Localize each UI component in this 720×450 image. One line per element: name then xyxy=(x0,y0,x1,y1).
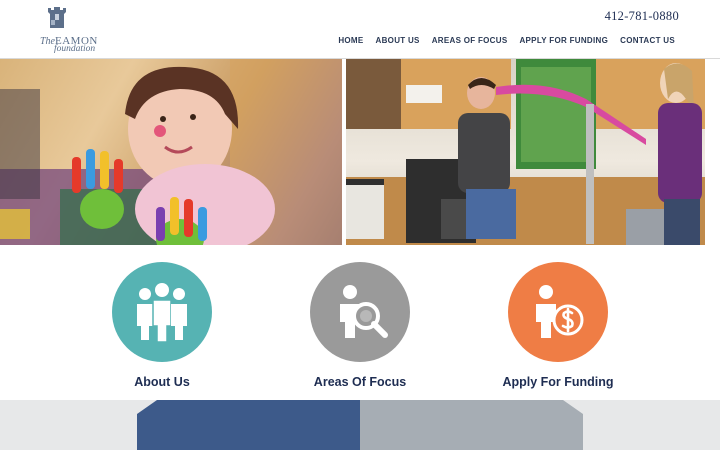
nav-apply-for-funding[interactable]: APPLY FOR FUNDING xyxy=(519,36,608,45)
nav-areas-of-focus[interactable]: AREAS OF FOCUS xyxy=(432,36,508,45)
nav-home[interactable]: HOME xyxy=(338,36,363,45)
phone-number[interactable]: 412-781-0880 xyxy=(605,9,679,24)
person-dollar-icon xyxy=(536,285,584,338)
band-panel-gray xyxy=(360,400,583,450)
child-painting-illustration xyxy=(0,59,342,245)
bottom-band xyxy=(0,400,720,450)
group-icon xyxy=(137,283,187,343)
about-us-circle[interactable] xyxy=(112,262,212,362)
focus-about-us[interactable]: About Us xyxy=(62,262,262,397)
areas-of-focus-title[interactable]: Areas Of Focus xyxy=(260,375,460,389)
focus-areas-of-focus[interactable]: Areas Of Focus xyxy=(260,262,460,397)
focus-apply-for-funding[interactable]: Apply For Funding xyxy=(458,262,658,397)
hero-banner xyxy=(0,59,720,245)
apply-for-funding-title[interactable]: Apply For Funding xyxy=(458,375,658,389)
logo-the: The xyxy=(40,36,55,47)
nav-about-us[interactable]: ABOUT US xyxy=(376,36,420,45)
site-header: TheEamon foundation 412-781-0880 HOME AB… xyxy=(0,0,720,59)
person-magnifier-icon xyxy=(340,285,388,338)
hero-image-child-painting xyxy=(0,59,342,245)
main-nav: HOME ABOUT US AREAS OF FOCUS APPLY FOR F… xyxy=(326,36,675,45)
hero-image-lift-assist xyxy=(346,59,713,245)
about-us-title[interactable]: About Us xyxy=(62,375,262,389)
areas-of-focus-circle[interactable] xyxy=(310,262,410,362)
apply-for-funding-circle[interactable] xyxy=(508,262,608,362)
lift-assist-illustration xyxy=(346,59,713,245)
castle-icon xyxy=(48,7,66,28)
nav-contact-us[interactable]: CONTACT US xyxy=(620,36,675,45)
foundation-logo[interactable]: TheEamon foundation xyxy=(38,4,108,56)
band-panel-blue xyxy=(137,400,360,450)
logo-foundation: foundation xyxy=(54,44,96,54)
